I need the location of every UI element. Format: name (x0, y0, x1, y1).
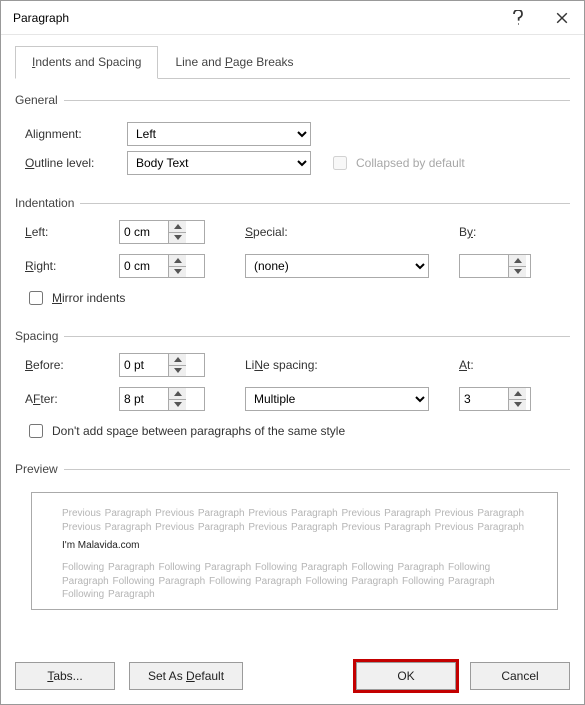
close-button[interactable] (540, 1, 584, 35)
preview-legend: Preview (15, 462, 64, 476)
right-indent-label: Right: (25, 259, 119, 273)
tab-line-page-breaks[interactable]: Line and Page Breaks (158, 46, 310, 79)
dialog-title: Paragraph (13, 11, 496, 25)
title-bar: Paragraph (1, 1, 584, 35)
right-indent-spinner[interactable] (119, 254, 205, 278)
spin-down-icon[interactable] (169, 233, 186, 244)
general-legend: General (15, 93, 64, 107)
spacing-group: Spacing Before: LiNe spacing: At: AFter:… (15, 329, 570, 446)
left-indent-input[interactable] (120, 221, 168, 243)
line-spacing-label: LiNe spacing: (245, 358, 339, 372)
set-as-default-button[interactable]: Set As Default (129, 662, 243, 690)
general-group: General Alignment: Left Outline level: B… (15, 93, 570, 180)
preview-group: Preview Previous Paragraph Previous Para… (15, 462, 570, 630)
outline-level-label: Outline level: (25, 156, 119, 170)
cancel-button[interactable]: Cancel (470, 662, 570, 690)
spacing-legend: Spacing (15, 329, 64, 343)
before-label: Before: (25, 358, 119, 372)
at-spinner[interactable] (459, 387, 531, 411)
by-spinner[interactable] (459, 254, 531, 278)
alignment-label: Alignment: (25, 127, 119, 141)
by-input[interactable] (460, 255, 508, 277)
paragraph-dialog: Paragraph Indents and Spacing Line and P… (0, 0, 585, 705)
before-spinner[interactable] (119, 353, 205, 377)
after-label: AFter: (25, 392, 119, 406)
alignment-combo[interactable]: Left (127, 122, 311, 146)
after-spinner[interactable] (119, 387, 205, 411)
close-icon (556, 12, 568, 24)
collapsed-checkbox: Collapsed by default (329, 153, 465, 173)
right-indent-input[interactable] (120, 255, 168, 277)
tab-indents-spacing[interactable]: Indents and Spacing (15, 46, 158, 79)
special-combo[interactable]: (none) (245, 254, 429, 278)
preview-box: Previous Paragraph Previous Paragraph Pr… (31, 492, 558, 610)
help-icon (512, 10, 524, 26)
dont-add-space-checkbox[interactable]: Don't add space between paragraphs of th… (25, 421, 345, 441)
dont-add-space-input[interactable] (29, 424, 43, 438)
preview-previous-text: Previous Paragraph Previous Paragraph Pr… (62, 507, 527, 534)
outline-level-combo[interactable]: Body Text (127, 151, 311, 175)
tab-strip: Indents and Spacing Line and Page Breaks (15, 45, 570, 79)
at-label: At: (459, 358, 553, 372)
before-input[interactable] (120, 354, 168, 376)
left-indent-label: Left: (25, 225, 119, 239)
mirror-indents-input[interactable] (29, 291, 43, 305)
preview-sample-text: I'm Malavida.com (62, 540, 527, 551)
at-input[interactable] (460, 388, 508, 410)
indentation-group: Indentation Left: Special: By: Right: (n… (15, 196, 570, 313)
mirror-indents-checkbox[interactable]: Mirror indents (25, 288, 125, 308)
help-button[interactable] (496, 1, 540, 35)
line-spacing-combo[interactable]: Multiple (245, 387, 429, 411)
dialog-footer: Tabs... Set As Default OK Cancel (1, 652, 584, 704)
special-label: Special: (245, 225, 339, 239)
preview-following-text: Following Paragraph Following Paragraph … (62, 561, 527, 602)
spin-up-icon[interactable] (169, 221, 186, 233)
indentation-legend: Indentation (15, 196, 80, 210)
ok-button[interactable]: OK (356, 662, 456, 690)
tabs-button[interactable]: Tabs... (15, 662, 115, 690)
by-label: By: (459, 225, 553, 239)
collapsed-checkbox-input (333, 156, 347, 170)
after-input[interactable] (120, 388, 168, 410)
left-indent-spinner[interactable] (119, 220, 205, 244)
